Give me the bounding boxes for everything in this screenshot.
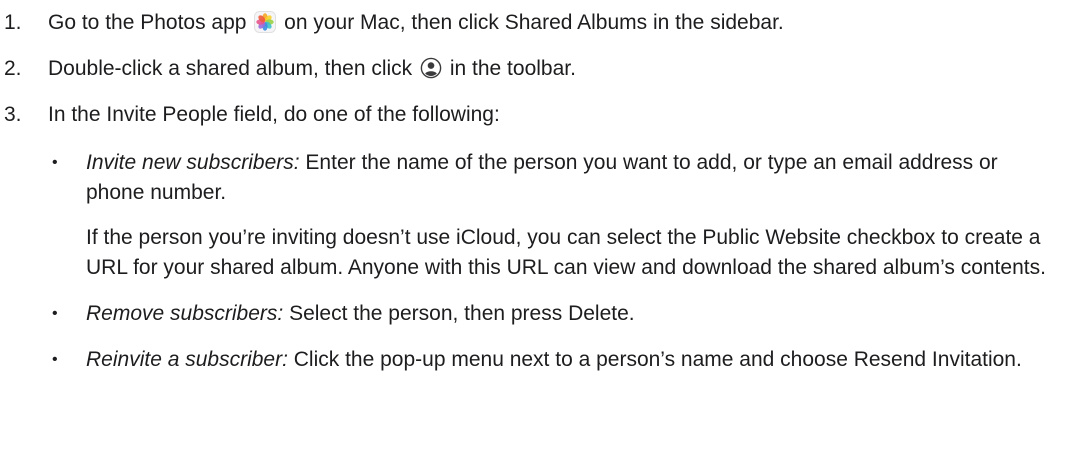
help-article: 1. Go to the Photos app on your Mac, the…	[0, 0, 1071, 459]
option-title: Invite new subscribers:	[86, 151, 300, 174]
option-title: Remove subscribers:	[86, 302, 284, 325]
step-3: 3. In the Invite People field, do one of…	[0, 100, 1060, 375]
step-text: Double-click a shared album, then click	[48, 57, 419, 80]
steps-list: 1. Go to the Photos app on your Mac, the…	[0, 8, 1060, 391]
step-1: 1. Go to the Photos app on your Mac, the…	[0, 8, 1060, 38]
step-text-continued: in the toolbar.	[444, 57, 576, 80]
step-text-continued: on your Mac, then click Shared Albums in…	[278, 11, 784, 34]
bullet: •	[52, 154, 58, 171]
option-invite-new-subscribers: • Invite new subscribers: Enter the name…	[48, 148, 1060, 283]
option-text: Select the person, then press Delete.	[283, 302, 635, 325]
step-2: 2. Double-click a shared album, then cli…	[0, 54, 1060, 84]
photos-app-icon	[254, 11, 277, 33]
step-text: Go to the Photos app	[48, 11, 253, 34]
option-remove-subscribers: • Remove subscribers: Select the person,…	[48, 299, 1060, 329]
option-reinvite-subscriber: • Reinvite a subscriber: Click the pop-u…	[48, 345, 1060, 375]
bullet: •	[52, 351, 58, 368]
bullet: •	[52, 305, 58, 322]
options-list: • Invite new subscribers: Enter the name…	[48, 148, 1060, 375]
step-number: 3.	[4, 103, 22, 126]
option-title: Reinvite a subscriber:	[86, 348, 288, 371]
step-number: 1.	[4, 11, 22, 34]
step-number: 2.	[4, 57, 22, 80]
step-text: In the Invite People field, do one of th…	[48, 103, 500, 126]
option-text: Click the pop-up menu next to a person’s…	[287, 348, 1022, 371]
option-note: If the person you’re inviting doesn’t us…	[86, 226, 1046, 279]
people-button-icon	[420, 57, 442, 79]
